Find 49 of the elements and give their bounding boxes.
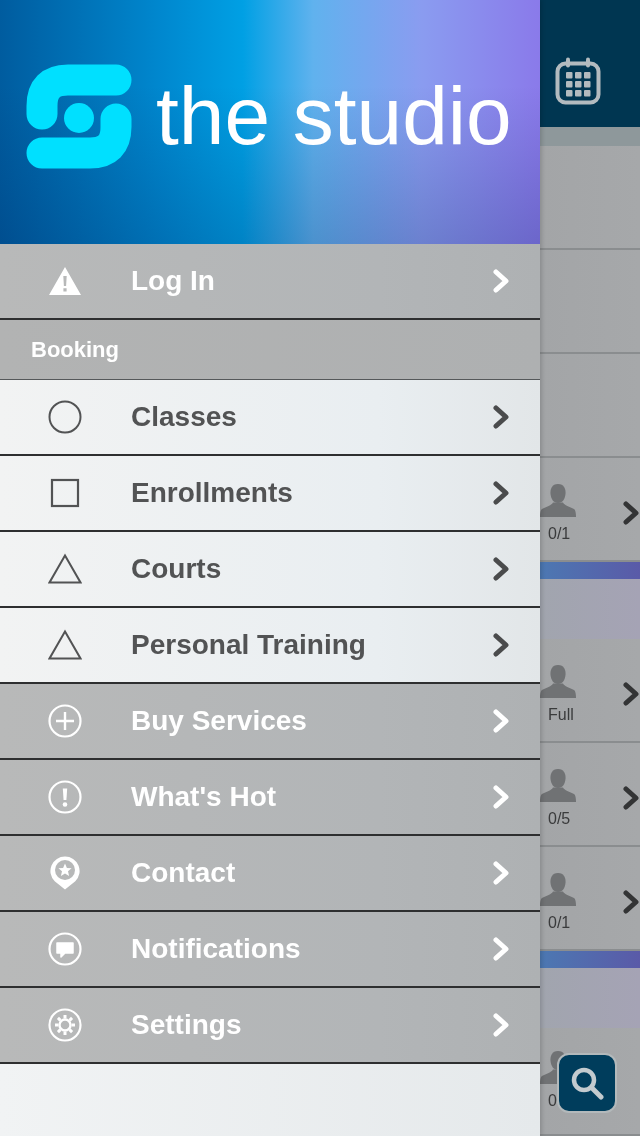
chevron-right-icon xyxy=(492,861,510,885)
spots-count: 0/1 xyxy=(547,914,571,932)
chevron-right-icon xyxy=(492,269,510,293)
settings-icon xyxy=(48,1008,82,1042)
brand-name: the studio xyxy=(156,75,512,157)
menu-item[interactable]: Classes xyxy=(0,380,540,456)
menu-item[interactable]: Personal Training xyxy=(0,608,540,684)
class-row[interactable] xyxy=(540,354,640,458)
person-icon xyxy=(540,872,576,906)
class-row[interactable]: Full xyxy=(540,639,640,743)
person-icon xyxy=(540,483,576,517)
person-icon xyxy=(540,768,576,802)
class-row[interactable] xyxy=(540,250,640,354)
chevron-right-icon xyxy=(492,1013,510,1037)
class-row[interactable]: 0/5 xyxy=(540,743,640,847)
spots-count: Full xyxy=(547,706,574,724)
plus-circle-icon xyxy=(48,704,82,738)
circle-icon xyxy=(48,400,82,434)
class-row[interactable]: 0/1 xyxy=(540,458,640,562)
search-button[interactable] xyxy=(557,1053,617,1113)
map-pin-star-icon xyxy=(48,856,82,890)
chevron-right-icon xyxy=(492,785,510,809)
triangle-icon xyxy=(48,552,82,586)
person-icon xyxy=(540,664,576,698)
square-icon xyxy=(48,476,82,510)
class-row[interactable]: 0/1 xyxy=(540,847,640,951)
chat-bubble-icon xyxy=(48,932,82,966)
triangle-icon xyxy=(48,628,82,662)
chevron-right-icon xyxy=(622,890,640,914)
search-icon xyxy=(570,1066,604,1100)
chevron-right-icon xyxy=(622,786,640,810)
chevron-right-icon xyxy=(492,557,510,581)
chevron-right-icon xyxy=(492,405,510,429)
calendar-icon[interactable] xyxy=(555,57,601,105)
spots-count: 0 xyxy=(547,1092,557,1110)
menu-item[interactable]: Courts xyxy=(0,532,540,608)
chevron-right-icon xyxy=(492,633,510,657)
chevron-right-icon xyxy=(622,501,640,525)
exclamation-circle-icon xyxy=(48,780,82,814)
chevron-right-icon xyxy=(492,937,510,961)
chevron-right-icon xyxy=(492,481,510,505)
menu-item[interactable]: Enrollments xyxy=(0,456,540,532)
spots-count: 0/5 xyxy=(547,810,571,828)
logo-icon xyxy=(26,63,132,169)
class-row[interactable] xyxy=(540,146,640,250)
menu-section-header: Booking xyxy=(0,320,540,380)
chevron-right-icon xyxy=(492,709,510,733)
spots-count: 0/1 xyxy=(547,525,571,543)
chevron-right-icon xyxy=(622,682,640,706)
